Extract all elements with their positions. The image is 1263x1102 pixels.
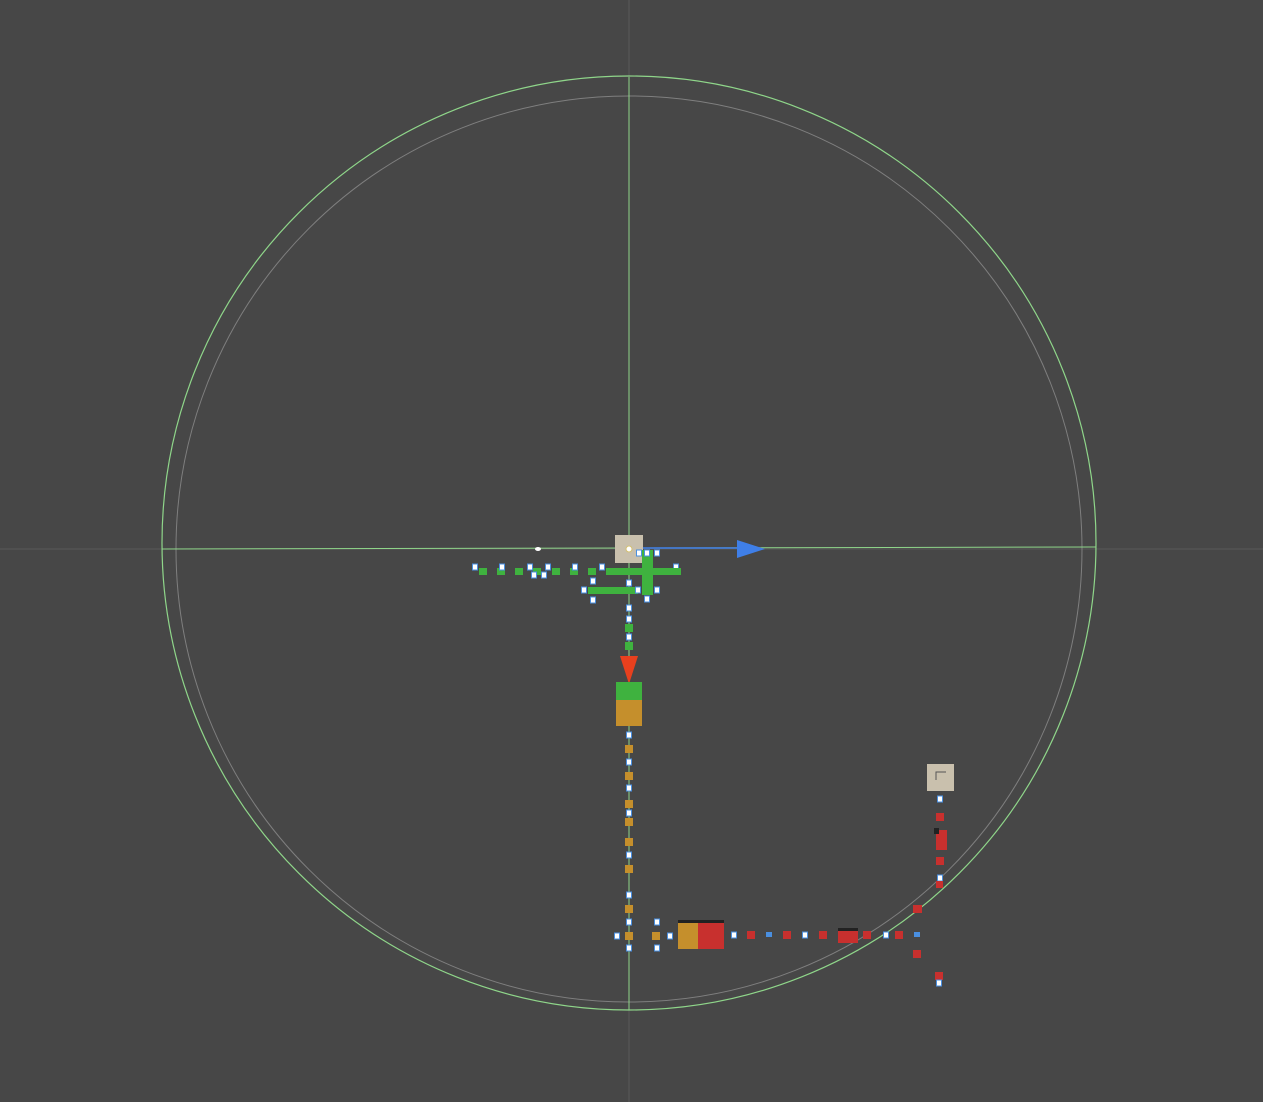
selection-handle[interactable] xyxy=(731,931,737,939)
selection-handle[interactable] xyxy=(590,577,596,585)
selection-handle[interactable] xyxy=(636,549,642,557)
selection-handle[interactable] xyxy=(572,563,578,571)
selection-handle[interactable] xyxy=(766,932,772,937)
red-block[interactable] xyxy=(935,972,943,980)
move-x-arrow-icon[interactable] xyxy=(737,540,765,558)
green-block[interactable] xyxy=(552,568,560,575)
orange-block[interactable] xyxy=(625,745,633,753)
selection-handle[interactable] xyxy=(626,851,632,859)
selection-handle[interactable] xyxy=(914,932,920,937)
green-block[interactable] xyxy=(625,624,633,632)
dark-edge[interactable] xyxy=(934,828,939,834)
green-block[interactable] xyxy=(625,642,633,650)
green-block[interactable] xyxy=(588,568,596,575)
orange-block[interactable] xyxy=(625,838,633,846)
move-z-arrow-icon[interactable] xyxy=(620,656,638,684)
secondary-pivot-handle-icon[interactable] xyxy=(927,764,954,791)
selection-handle[interactable] xyxy=(599,563,605,571)
selection-handle[interactable] xyxy=(626,891,632,899)
selection-handle[interactable] xyxy=(883,931,889,939)
selection-handle[interactable] xyxy=(541,571,547,579)
orange-block[interactable] xyxy=(625,800,633,808)
selection-handle[interactable] xyxy=(545,563,551,571)
selection-handle[interactable] xyxy=(667,932,673,940)
scene-view[interactable] xyxy=(0,0,1263,1102)
selection-handle[interactable] xyxy=(626,731,632,739)
green-block[interactable] xyxy=(642,550,653,595)
selection-handle[interactable] xyxy=(635,586,641,594)
camera-marker-icon xyxy=(535,547,541,551)
selection-handle[interactable] xyxy=(614,932,620,940)
selection-handle[interactable] xyxy=(654,918,660,926)
selection-handle[interactable] xyxy=(626,918,632,926)
selection-handle[interactable] xyxy=(802,931,808,939)
red-block[interactable] xyxy=(698,923,724,949)
red-block[interactable] xyxy=(838,931,858,943)
selection-handle[interactable] xyxy=(590,596,596,604)
orange-block[interactable] xyxy=(625,772,633,780)
orange-block[interactable] xyxy=(625,865,633,873)
selection-handle[interactable] xyxy=(654,549,660,557)
orange-block[interactable] xyxy=(678,923,698,949)
red-block[interactable] xyxy=(819,931,827,939)
dark-edge[interactable] xyxy=(838,928,858,931)
selection-handle[interactable] xyxy=(626,758,632,766)
green-block[interactable] xyxy=(515,568,523,575)
selection-handle[interactable] xyxy=(626,784,632,792)
selection-handle[interactable] xyxy=(626,604,632,612)
dark-edge[interactable] xyxy=(678,920,724,923)
selection-handle[interactable] xyxy=(937,795,943,803)
selection-handle[interactable] xyxy=(937,874,943,882)
track-blocks[interactable] xyxy=(472,549,948,987)
selection-handle[interactable] xyxy=(654,586,660,594)
selection-handle[interactable] xyxy=(499,563,505,571)
red-block[interactable] xyxy=(936,813,944,821)
selection-handle[interactable] xyxy=(626,944,632,952)
orange-block[interactable] xyxy=(652,932,660,940)
red-block[interactable] xyxy=(747,931,755,939)
green-block[interactable] xyxy=(479,568,487,575)
scene-canvas[interactable] xyxy=(0,0,1263,1102)
selection-handle[interactable] xyxy=(527,563,533,571)
selection-handle[interactable] xyxy=(654,944,660,952)
orange-block[interactable] xyxy=(625,905,633,913)
green-block[interactable] xyxy=(588,587,638,594)
selection-handle[interactable] xyxy=(581,586,587,594)
red-block[interactable] xyxy=(863,931,871,939)
selection-handle[interactable] xyxy=(644,595,650,603)
red-block[interactable] xyxy=(936,881,943,888)
selection-handle[interactable] xyxy=(531,571,537,579)
red-block[interactable] xyxy=(913,905,922,913)
orange-block[interactable] xyxy=(625,932,633,940)
orange-block[interactable] xyxy=(616,700,642,726)
red-block[interactable] xyxy=(895,931,903,939)
selection-handle[interactable] xyxy=(626,633,632,641)
selection-handle[interactable] xyxy=(472,563,478,571)
red-block[interactable] xyxy=(936,857,944,865)
selection-handle[interactable] xyxy=(644,549,650,557)
selection-handle[interactable] xyxy=(626,615,632,623)
selection-handle[interactable] xyxy=(936,979,942,987)
selection-handle[interactable] xyxy=(626,579,632,587)
red-block[interactable] xyxy=(913,950,921,958)
light-gizmo-icon[interactable] xyxy=(625,545,633,553)
orange-block[interactable] xyxy=(625,818,633,826)
red-block[interactable] xyxy=(783,931,791,939)
green-block[interactable] xyxy=(616,682,642,700)
selection-handle[interactable] xyxy=(626,809,632,817)
